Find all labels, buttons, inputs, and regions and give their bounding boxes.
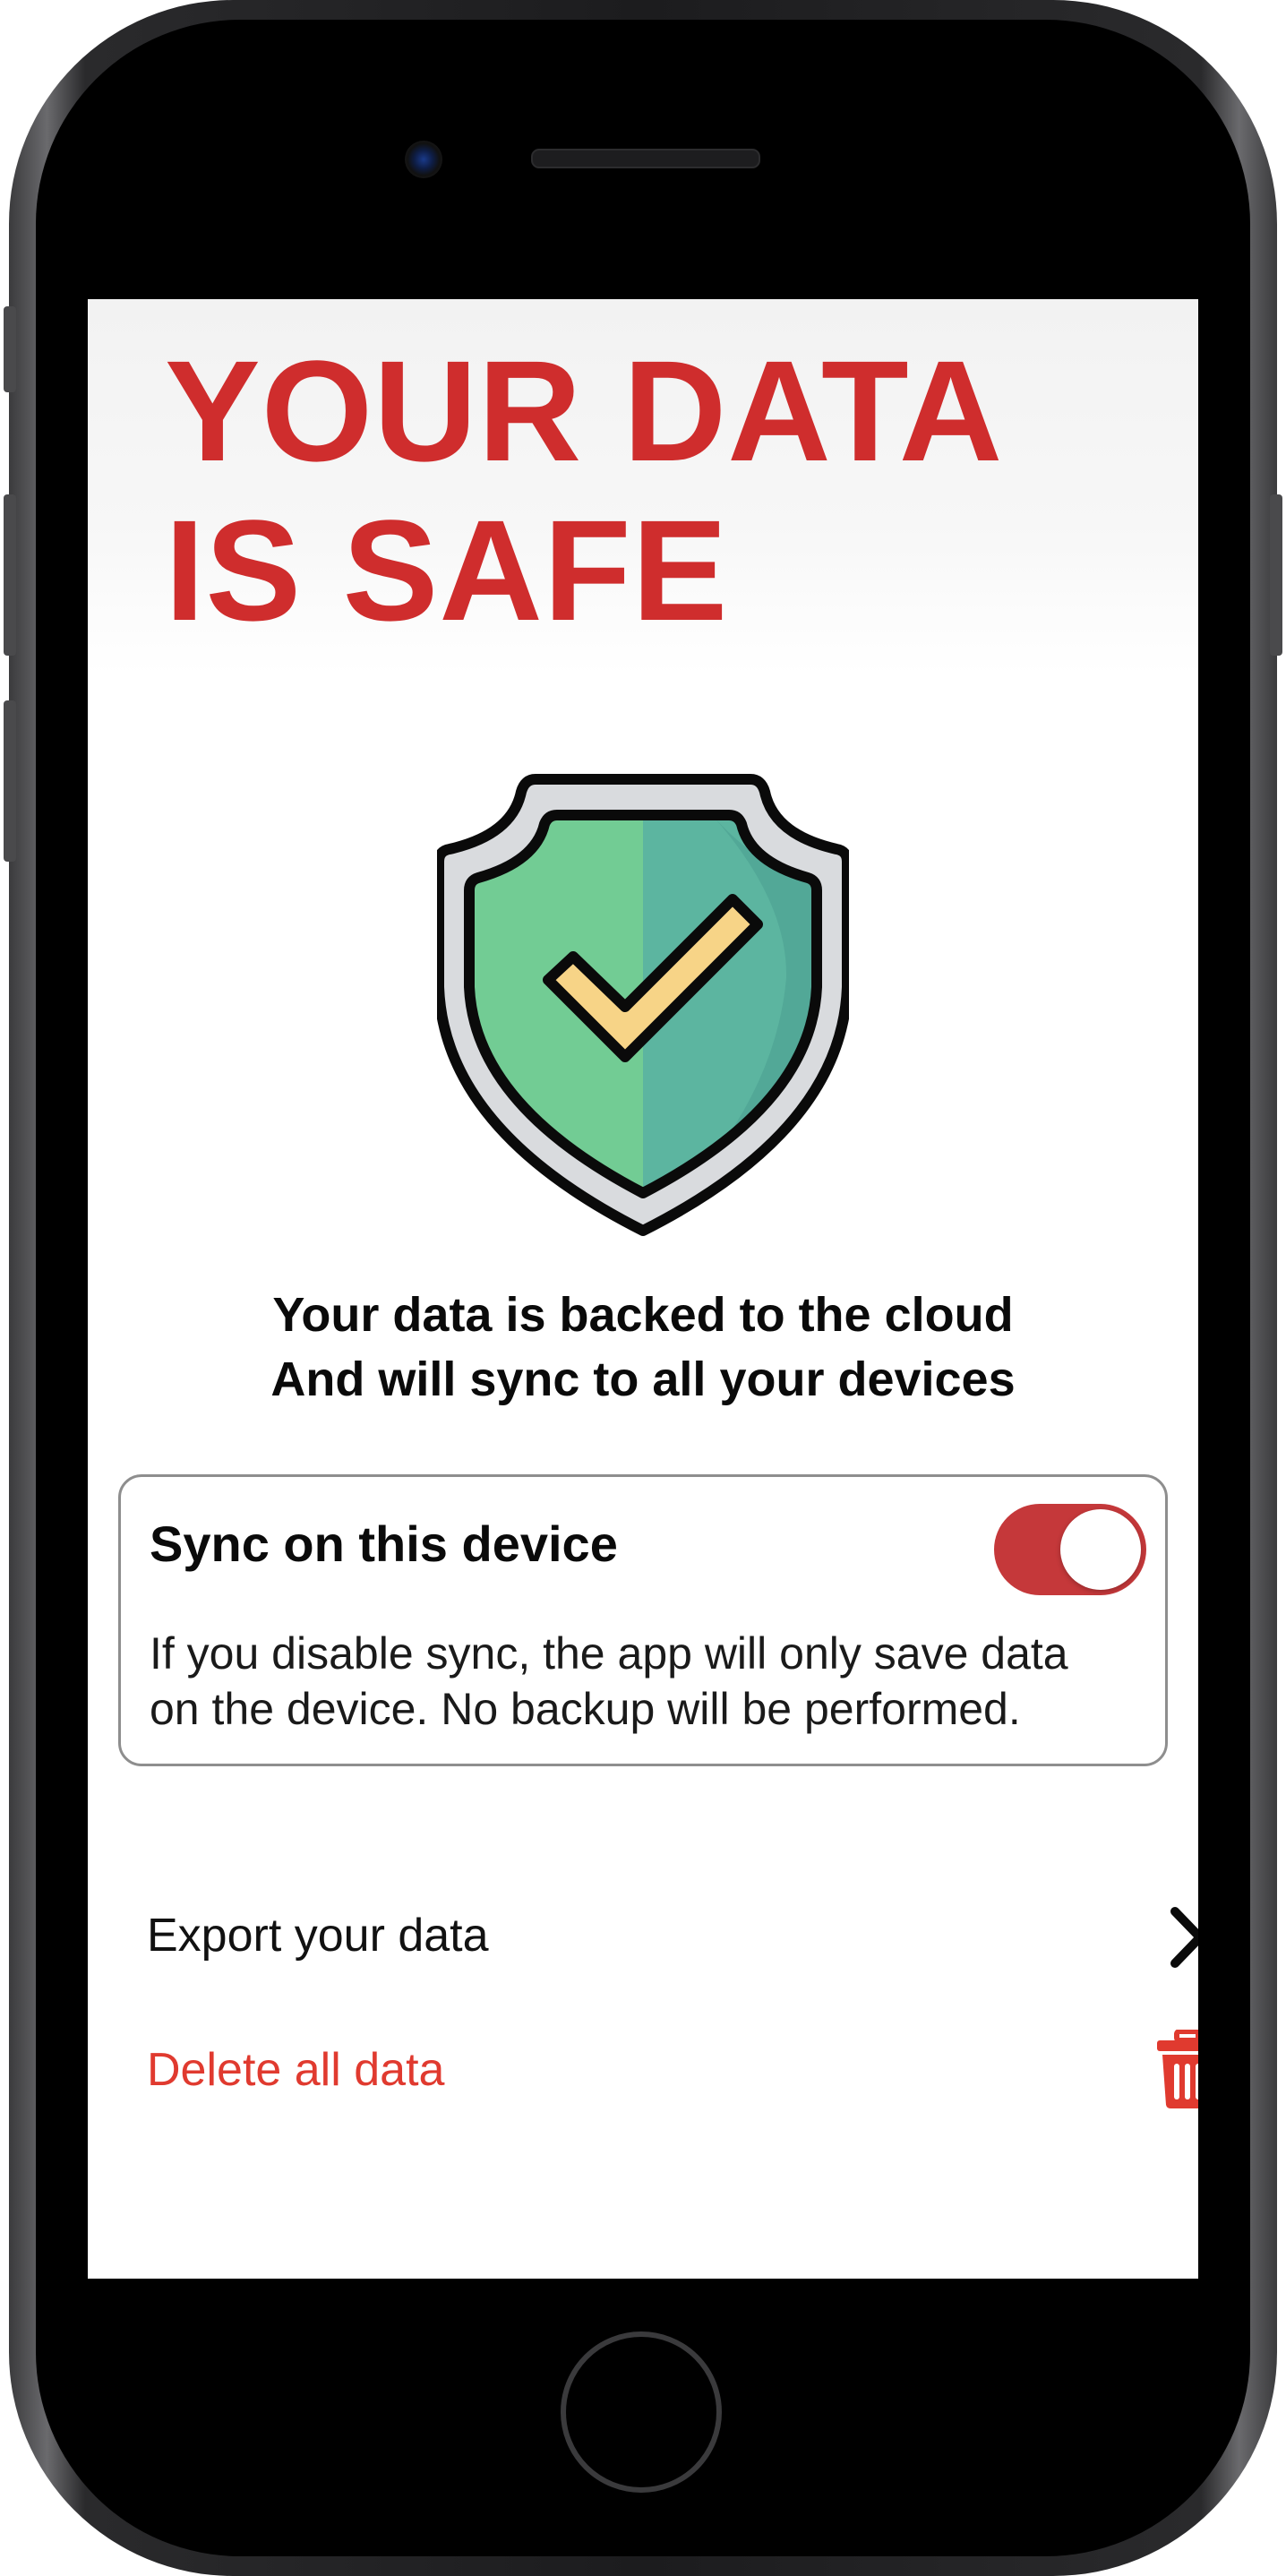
- page-title-line-1: YOUR DATA: [165, 331, 1004, 491]
- sync-description: If you disable sync, the app will only s…: [150, 1626, 1144, 1737]
- sync-settings-card: Sync on this device If you disable sync,…: [118, 1474, 1168, 1766]
- cloud-backup-message: Your data is backed to the cloud And wil…: [88, 1283, 1198, 1412]
- sync-toggle[interactable]: [994, 1504, 1146, 1595]
- app-screen: YOUR DATA IS SAFE Your data is backed to…: [88, 299, 1198, 2279]
- page: YOUR DATA IS SAFE Your data is backed to…: [0, 0, 1286, 2576]
- delete-data-row[interactable]: Delete all data: [147, 2021, 1198, 2119]
- sync-toggle-knob: [1060, 1509, 1141, 1590]
- shield-check-icon: [437, 774, 849, 1236]
- power-button: [1270, 494, 1282, 656]
- delete-data-label: Delete all data: [147, 2044, 445, 2096]
- chevron-right-icon: [1170, 1907, 1198, 1968]
- export-data-label: Export your data: [147, 1910, 489, 1962]
- volume-down-button: [4, 700, 16, 862]
- earpiece-speaker: [531, 149, 760, 168]
- page-title: YOUR DATA IS SAFE: [165, 331, 1150, 650]
- front-camera: [405, 141, 442, 178]
- home-button[interactable]: [561, 2331, 722, 2493]
- trash-icon: [1157, 2030, 1198, 2108]
- sync-description-line-1: If you disable sync, the app will only s…: [150, 1628, 1068, 1679]
- export-data-row[interactable]: Export your data: [147, 1886, 1198, 1985]
- volume-up-button: [4, 494, 16, 656]
- cloud-backup-line-1: Your data is backed to the cloud: [272, 1288, 1014, 1342]
- page-title-line-2: IS SAFE: [165, 490, 729, 650]
- sync-description-line-2: on the device. No backup will be perform…: [150, 1684, 1021, 1734]
- silent-switch: [4, 306, 16, 392]
- sync-title: Sync on this device: [150, 1516, 618, 1572]
- cloud-backup-line-2: And will sync to all your devices: [270, 1352, 1016, 1406]
